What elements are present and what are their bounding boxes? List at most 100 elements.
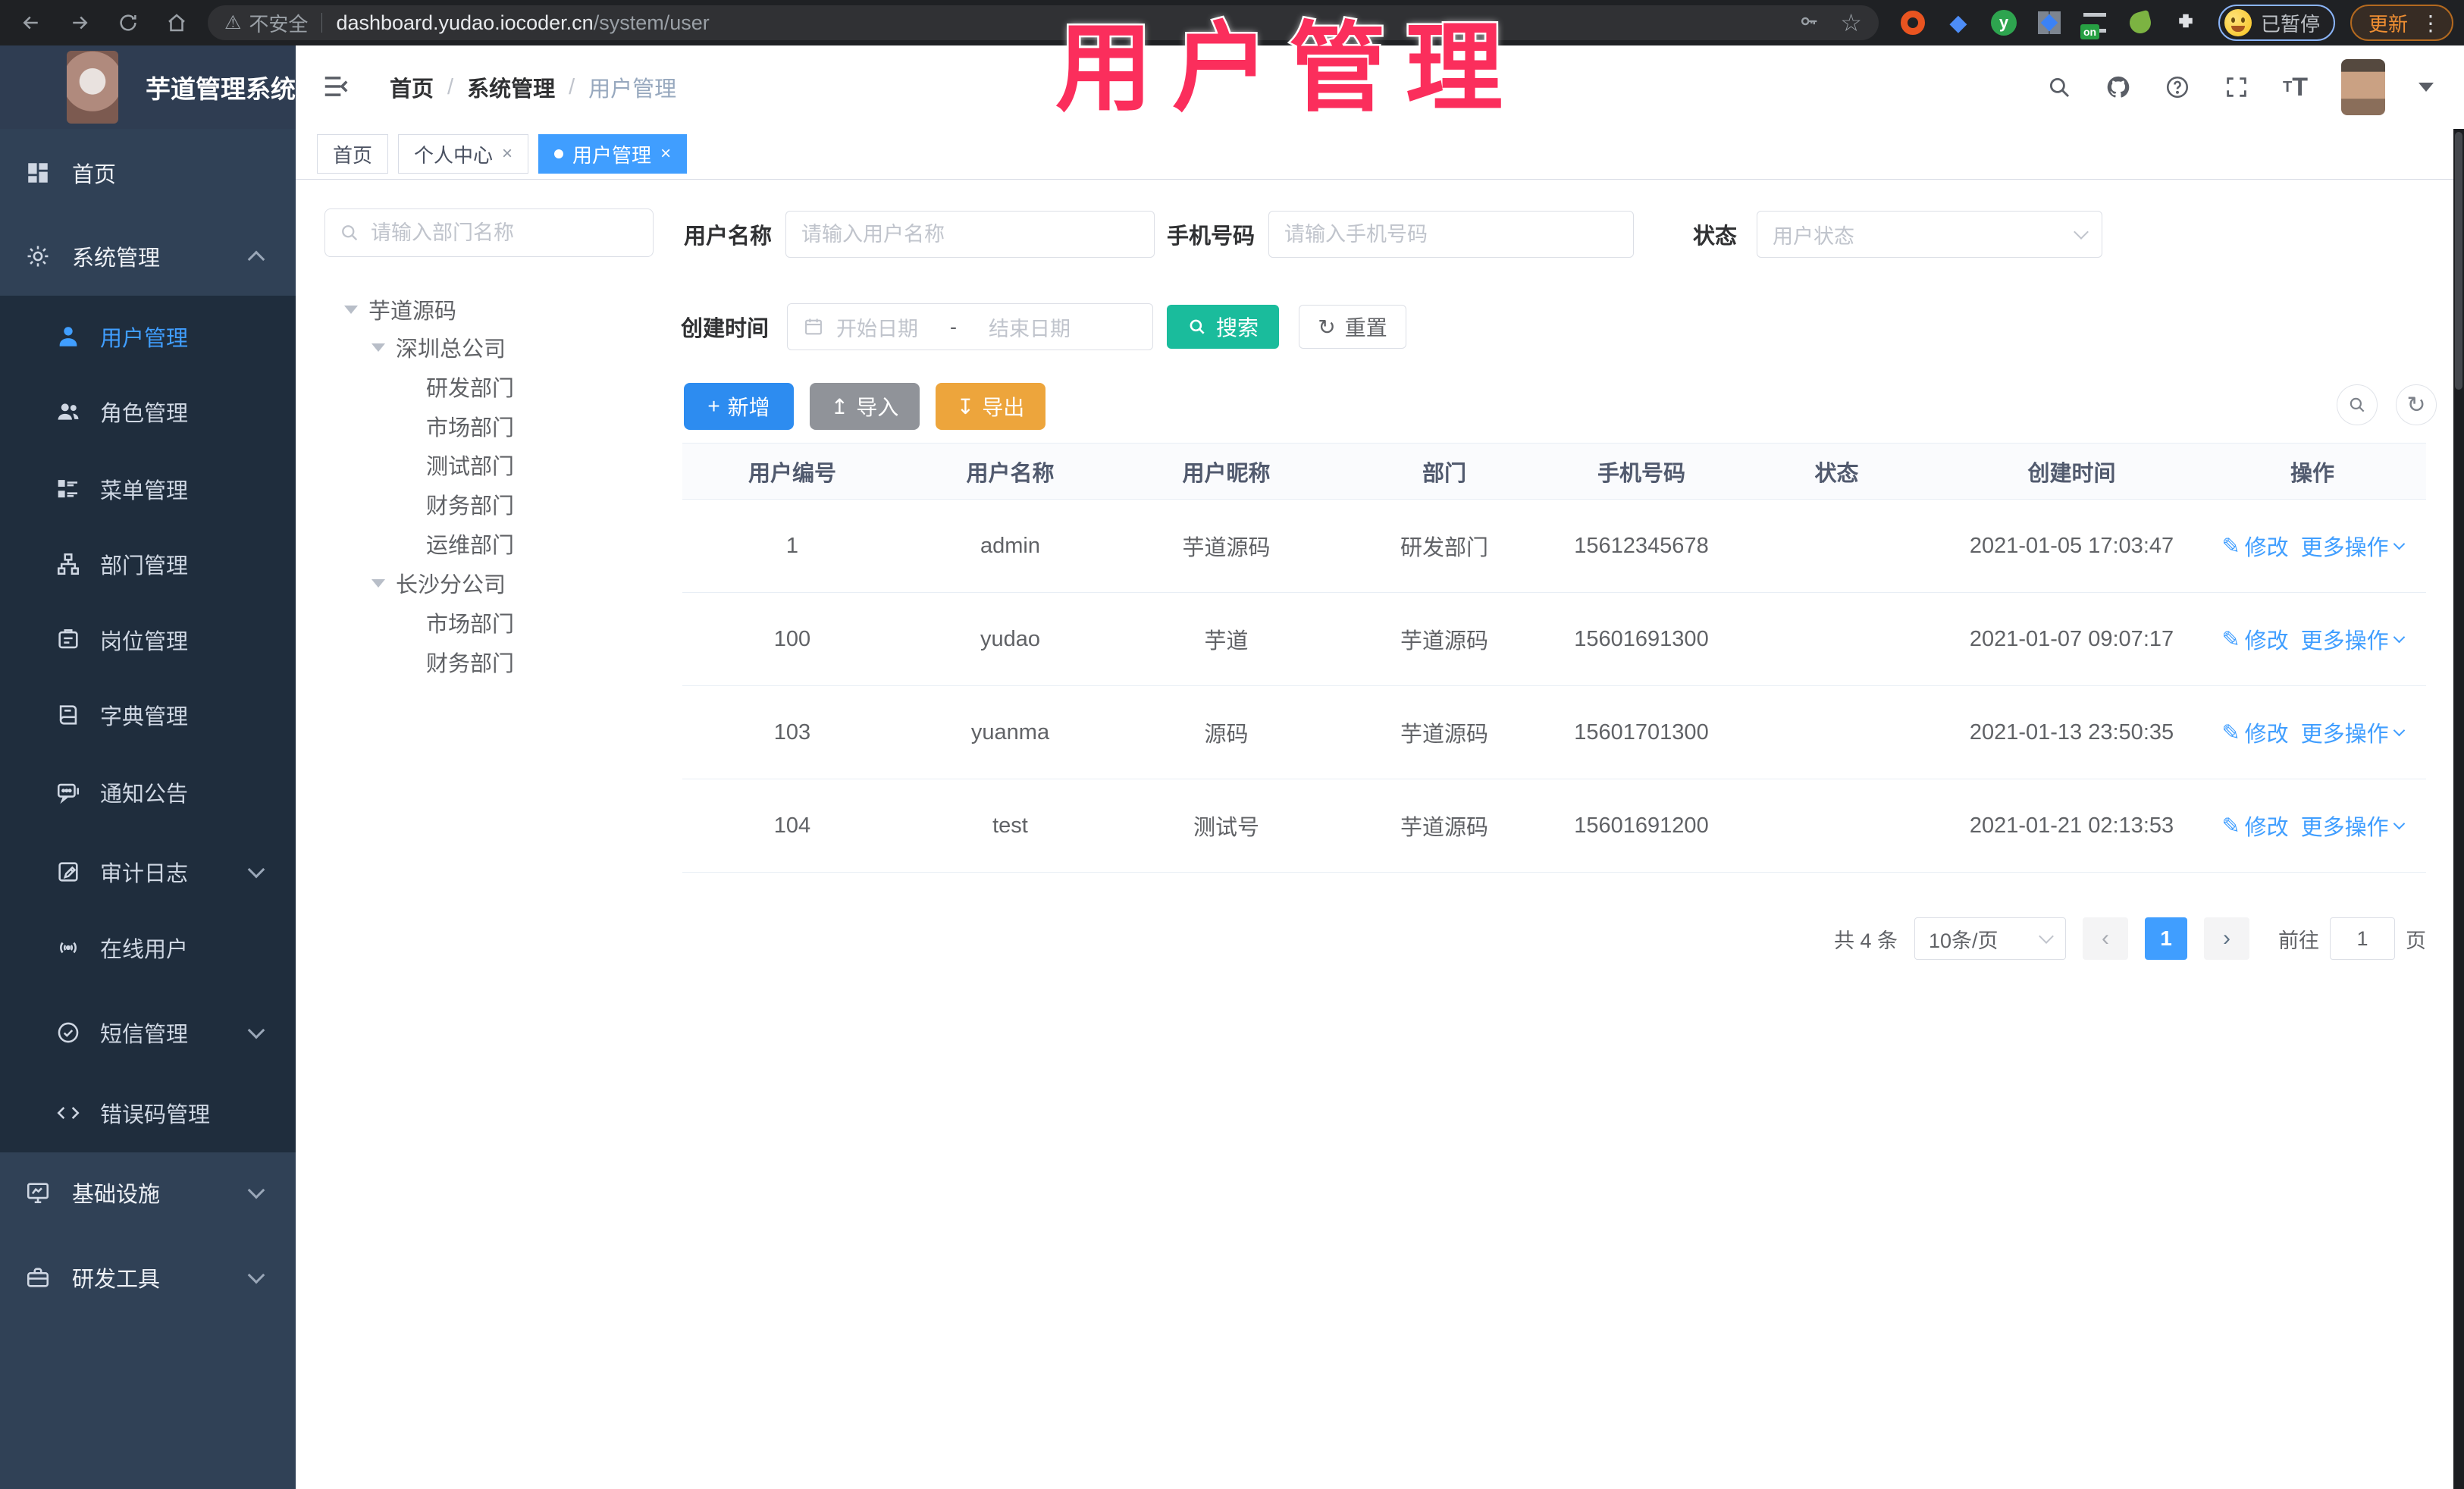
edit-link[interactable]: ✎ 修改 [2221,530,2288,562]
edit-pen-icon: ✎ [2221,720,2240,745]
sidebar-item-online-users[interactable]: 在线用户 [0,910,296,986]
cell-user-id: 1 [785,533,799,558]
reset-button[interactable]: ↻ 重置 [1299,305,1407,349]
date-range-picker[interactable]: 开始日期 - 结束日期 [787,303,1154,350]
prev-page-button[interactable]: ‹ [2083,917,2128,960]
font-size-icon[interactable]: TT [2283,73,2308,102]
breadcrumb-home[interactable]: 首页 [390,71,434,103]
bookmark-star-icon[interactable]: ☆ [1840,8,1862,37]
export-button[interactable]: ↧ 导出 [936,383,1045,430]
tree-node-test[interactable]: 测试部门 [426,447,514,483]
sidebar-item-audit-log[interactable]: 审计日志 [0,834,296,910]
tree-node-shenzhen[interactable]: 深圳总公司 [371,329,506,365]
mobile-input[interactable] [1284,222,1619,246]
sidebar-item-dict-management[interactable]: 字典管理 [0,677,296,753]
more-actions-link[interactable]: 更多操作 [2301,716,2405,748]
close-icon[interactable]: × [660,143,671,165]
tree-node-changsha[interactable]: 长沙分公司 [371,565,506,601]
username-field[interactable] [785,211,1155,258]
dept-search-input[interactable] [371,221,639,245]
sidebar-item-system[interactable]: 系统管理 [0,218,296,294]
dept-search-box[interactable] [324,208,654,257]
forward-icon[interactable] [67,10,92,36]
password-key-icon[interactable] [1799,11,1820,36]
browser-profile-chip[interactable]: 已暂停 [2218,5,2335,41]
extension-ubuntu-icon[interactable] [1900,10,1926,36]
browser-update-button[interactable]: 更新 ⋮ [2350,5,2453,41]
sidebar-item-user-management[interactable]: 用户管理 [0,299,296,375]
more-actions-link[interactable]: 更多操作 [2301,623,2405,655]
extensions-puzzle-icon[interactable] [2173,10,2199,36]
sidebar-item-dept-management[interactable]: 部门管理 [0,526,296,602]
fullscreen-icon[interactable] [2224,74,2249,100]
tab-profile[interactable]: 个人中心 × [398,134,529,174]
extension-gem-icon[interactable]: ◆ [1945,10,1971,36]
tree-node-market2[interactable]: 市场部门 [426,604,514,641]
scrollbar-thumb[interactable] [2455,132,2462,390]
username-input[interactable] [801,222,1140,246]
close-icon[interactable]: × [502,143,513,165]
sidebar-item-error-code[interactable]: 错误码管理 [0,1075,296,1151]
import-button[interactable]: ↥ 导入 [810,383,920,430]
table-row[interactable]: 1 admin 芋道源码 研发部门 15612345678 2021-01-05… [682,500,2426,593]
browser-menu-icon[interactable]: ⋮ [2420,11,2441,36]
caret-down-icon[interactable] [371,578,385,588]
tab-user-management[interactable]: 用户管理 × [538,134,688,174]
search-button[interactable]: 搜索 [1167,305,1280,349]
sidebar-item-post-management[interactable]: 岗位管理 [0,602,296,678]
app-logo-row[interactable]: 芋道管理系统 [0,45,296,129]
more-actions-link[interactable]: 更多操作 [2301,530,2405,562]
toggle-search-button[interactable] [2337,384,2378,425]
avatar-caret-icon[interactable] [2419,83,2434,92]
add-button[interactable]: + 新增 [684,383,794,430]
table-row[interactable]: 104 test 测试号 芋道源码 15601691200 2021-01-21… [682,779,2426,873]
sidebar-item-menu-management[interactable]: 菜单管理 [0,451,296,527]
sidebar-item-notice[interactable]: 通知公告 [0,754,296,830]
extension-switch-icon[interactable]: on [2080,10,2108,39]
cell-create-time: 2021-01-07 09:07:17 [1969,626,2174,651]
search-icon[interactable] [2046,74,2072,100]
address-bar[interactable]: ⚠ 不安全 dashboard.yudao.iocoder.cn /system… [208,5,1879,40]
goto-page-input[interactable] [2330,917,2395,960]
help-icon[interactable] [2165,74,2190,100]
tab-home[interactable]: 首页 [317,134,389,174]
current-page-button[interactable]: 1 [2145,917,2187,960]
sidebar-collapse-icon[interactable] [321,72,352,102]
extension-y-icon[interactable]: y [1990,10,2017,36]
github-icon[interactable] [2105,74,2131,100]
caret-down-icon[interactable] [371,343,385,352]
extension-blocks-icon[interactable] [2036,10,2062,36]
tree-node-finance[interactable]: 财务部门 [426,486,514,522]
extension-leaf-icon[interactable] [2127,9,2154,36]
mobile-field[interactable] [1268,211,1635,258]
sidebar-item-dev-tools[interactable]: 研发工具 [0,1240,296,1315]
chevron-down-icon [2393,724,2405,737]
page-scrollbar[interactable] [2453,129,2464,1489]
back-icon[interactable] [18,10,44,36]
tree-node-finance2[interactable]: 财务部门 [426,644,514,680]
more-actions-link[interactable]: 更多操作 [2301,810,2405,842]
home-icon[interactable] [164,10,190,36]
tree-node-ops[interactable]: 运维部门 [426,525,514,562]
sidebar-item-infrastructure[interactable]: 基础设施 [0,1155,296,1230]
table-row[interactable]: 100 yudao 芋道 芋道源码 15601691300 2021-01-07… [682,593,2426,686]
caret-down-icon[interactable] [344,305,358,314]
tree-node-market[interactable]: 市场部门 [426,408,514,444]
table-row[interactable]: 103 yuanma 源码 芋道源码 15601701300 2021-01-1… [682,686,2426,779]
sidebar-item-role-management[interactable]: 角色管理 [0,374,296,450]
edit-link[interactable]: ✎ 修改 [2221,716,2288,748]
tree-node-root[interactable]: 芋道源码 [344,291,456,328]
user-avatar[interactable] [2341,59,2385,115]
edit-link[interactable]: ✎ 修改 [2221,810,2288,842]
status-select[interactable]: 用户状态 [1757,211,2103,258]
breadcrumb-system[interactable]: 系统管理 [467,71,555,103]
next-page-button[interactable]: › [2204,917,2249,960]
page-size-select[interactable]: 10条/页 [1914,917,2066,960]
reload-icon[interactable] [115,10,141,36]
refresh-table-button[interactable]: ↻ [2396,384,2437,425]
tree-node-rd[interactable]: 研发部门 [426,368,514,405]
edit-link[interactable]: ✎ 修改 [2221,623,2288,655]
sidebar-item-home[interactable]: 首页 [0,135,296,211]
security-warning-icon[interactable]: ⚠ [224,11,241,34]
sidebar-item-sms-management[interactable]: 短信管理 [0,995,296,1071]
